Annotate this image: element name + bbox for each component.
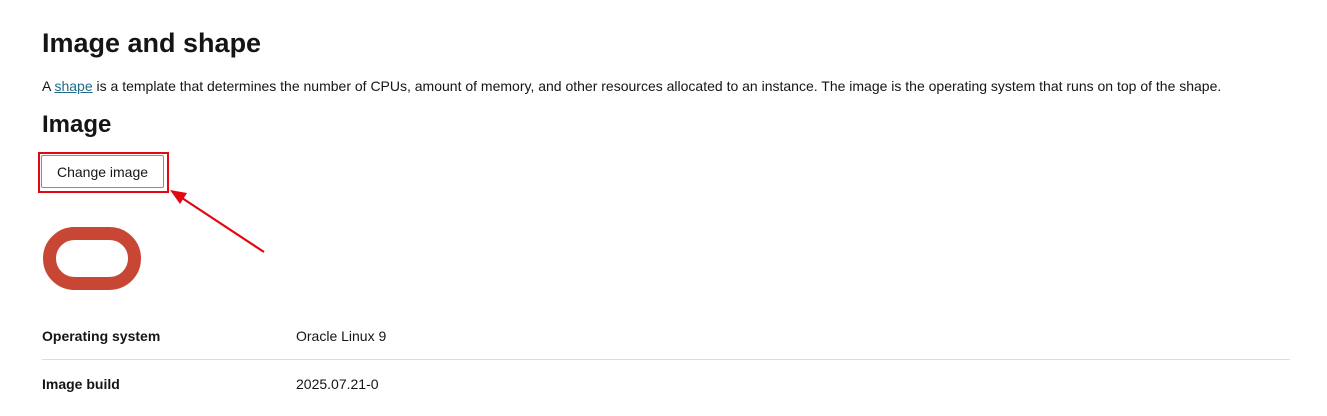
section-description: A shape is a template that determines th… bbox=[42, 77, 1221, 95]
detail-value: 2025.07.21-0 bbox=[296, 375, 379, 392]
shape-link[interactable]: shape bbox=[54, 78, 92, 94]
detail-row-image-build: Image build 2025.07.21-0 bbox=[42, 359, 1290, 407]
image-details-list: Operating system Oracle Linux 9 Image bu… bbox=[42, 312, 1290, 407]
section-title: Image and shape bbox=[42, 28, 262, 58]
detail-label: Operating system bbox=[42, 327, 161, 344]
description-prefix: A bbox=[42, 78, 55, 94]
detail-value: Oracle Linux 9 bbox=[296, 327, 387, 344]
detail-row-operating-system: Operating system Oracle Linux 9 bbox=[42, 312, 1290, 359]
detail-label: Image build bbox=[42, 375, 120, 392]
image-subtitle: Image bbox=[42, 111, 112, 138]
annotation-arrow-icon bbox=[170, 190, 265, 253]
change-image-button[interactable]: Change image bbox=[41, 155, 164, 188]
image-and-shape-panel: Image and shape A shape is a template th… bbox=[0, 0, 1327, 416]
oracle-logo-icon bbox=[43, 227, 141, 290]
description-suffix: is a template that determines the number… bbox=[92, 78, 1222, 94]
